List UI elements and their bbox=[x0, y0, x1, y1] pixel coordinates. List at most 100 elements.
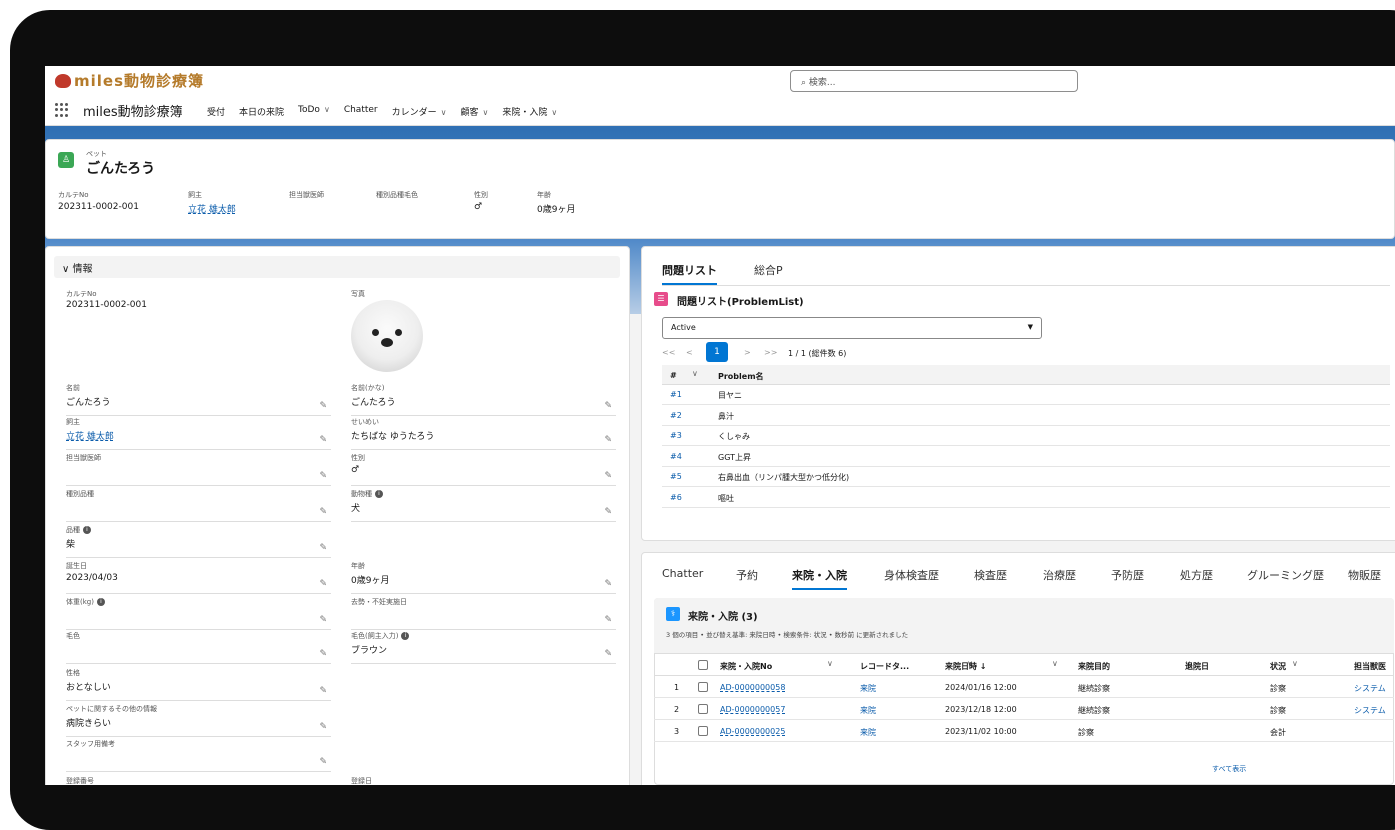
col-visit-3[interactable]: 来院目的 bbox=[1078, 661, 1110, 672]
problem-row[interactable]: #4 GGT上昇 bbox=[662, 447, 1390, 467]
visit-row[interactable]: 3 AD-0000000025 来院 2023/11/02 10:00 診察 会計 bbox=[654, 720, 1394, 742]
page-first-button[interactable]: << bbox=[662, 348, 675, 357]
tab-visit-7[interactable]: 処方歴 bbox=[1180, 567, 1213, 583]
problem-row[interactable]: #6 嘔吐 bbox=[662, 488, 1390, 508]
col-visit-0[interactable]: 来院・入院No bbox=[720, 661, 772, 672]
tab-visit-1[interactable]: 予約 bbox=[736, 567, 758, 583]
col-visit-5[interactable]: 状況 bbox=[1270, 661, 1286, 672]
tab-visit-4[interactable]: 検査歴 bbox=[974, 567, 1007, 583]
visit-cell-date: 2023/11/02 10:00 bbox=[945, 727, 1017, 736]
row-checkbox[interactable] bbox=[698, 704, 708, 714]
chevron-down-icon[interactable]: ∨ bbox=[692, 369, 698, 378]
chevron-down-icon[interactable]: ∨ bbox=[324, 105, 330, 114]
chevron-down-icon[interactable]: ∨ bbox=[827, 659, 833, 668]
visit-cell-type[interactable]: 来院 bbox=[860, 727, 876, 738]
row-checkbox[interactable] bbox=[698, 682, 708, 692]
tab-visit-9[interactable]: 物販歴 bbox=[1348, 567, 1381, 583]
chevron-down-icon[interactable]: ∨ bbox=[551, 108, 557, 117]
pencil-icon[interactable]: ✎ bbox=[319, 757, 327, 767]
pencil-icon[interactable]: ✎ bbox=[604, 649, 612, 659]
problem-row[interactable]: #5 右鼻出血（リンパ腫大型かつ低分化) bbox=[662, 467, 1390, 487]
chevron-down-icon[interactable]: ∨ bbox=[1052, 659, 1058, 668]
nav-item-5[interactable]: 顧客 ∨ bbox=[461, 105, 489, 118]
tab-problem-list[interactable]: 問題リスト bbox=[662, 262, 717, 285]
info-icon[interactable]: i bbox=[375, 490, 383, 498]
visit-cell-type[interactable]: 来院 bbox=[860, 705, 876, 716]
field-label: 登録日 bbox=[351, 777, 372, 785]
chevron-down-icon[interactable]: ∨ bbox=[1292, 659, 1298, 668]
visit-cell-no[interactable]: AD-0000000025 bbox=[720, 727, 785, 736]
pencil-icon[interactable]: ✎ bbox=[319, 615, 327, 625]
info-icon[interactable]: i bbox=[96, 598, 105, 606]
pencil-icon[interactable]: ✎ bbox=[319, 401, 327, 411]
tab-summary-p[interactable]: 総合P bbox=[754, 262, 783, 278]
global-search-input[interactable]: ⌕ 検索... bbox=[790, 70, 1078, 92]
nav-item-0[interactable]: 受付 bbox=[207, 105, 225, 118]
app-launcher-icon[interactable] bbox=[55, 103, 69, 117]
pencil-icon[interactable]: ✎ bbox=[319, 435, 327, 445]
problem-row[interactable]: #3 くしゃみ bbox=[662, 426, 1390, 446]
problem-number[interactable]: #5 bbox=[670, 472, 682, 481]
visit-cell-vet[interactable]: システム bbox=[1354, 705, 1386, 716]
chevron-down-icon[interactable]: ∨ bbox=[441, 108, 447, 117]
problem-number[interactable]: #1 bbox=[670, 390, 682, 399]
page-next-button[interactable]: > bbox=[744, 348, 751, 357]
pencil-icon[interactable]: ✎ bbox=[319, 649, 327, 659]
select-all-checkbox[interactable] bbox=[698, 660, 708, 670]
view-all-link[interactable]: すべて表示 bbox=[1212, 764, 1246, 774]
pencil-icon[interactable]: ✎ bbox=[604, 401, 612, 411]
field-value[interactable]: 立花 雄太郎 bbox=[66, 429, 114, 442]
nav-item-4[interactable]: カレンダー ∨ bbox=[392, 105, 447, 118]
visit-cell-vet[interactable]: システム bbox=[1354, 683, 1386, 694]
visits-subtitle: 3 個の項目 • 並び替え基準: 来院日時 • 検索条件: 状況 • 数秒前 に… bbox=[666, 631, 909, 639]
visit-cell-no[interactable]: AD-0000000057 bbox=[720, 705, 785, 714]
pencil-icon[interactable]: ✎ bbox=[319, 471, 327, 481]
pencil-icon[interactable]: ✎ bbox=[604, 507, 612, 517]
nav-item-2[interactable]: ToDo ∨ bbox=[298, 105, 330, 118]
tab-visit-0[interactable]: Chatter bbox=[662, 567, 703, 580]
tab-visit-2[interactable]: 来院・入院 bbox=[792, 567, 847, 590]
status-filter-select[interactable]: Active ▼ bbox=[662, 317, 1042, 339]
page-number-button[interactable]: 1 bbox=[706, 342, 728, 362]
pencil-icon[interactable]: ✎ bbox=[604, 579, 612, 589]
chevron-down-icon[interactable]: ∨ bbox=[483, 108, 489, 117]
info-section-header[interactable]: ∨ 情報 bbox=[54, 256, 620, 278]
pencil-icon[interactable]: ✎ bbox=[319, 579, 327, 589]
visit-cell-no[interactable]: AD-0000000058 bbox=[720, 683, 785, 692]
nav-item-1[interactable]: 本日の来院 bbox=[239, 105, 284, 118]
pencil-icon[interactable]: ✎ bbox=[319, 686, 327, 696]
tab-visit-6[interactable]: 予防歴 bbox=[1111, 567, 1144, 583]
info-icon[interactable]: i bbox=[401, 632, 410, 640]
page-last-button[interactable]: >> bbox=[764, 348, 777, 357]
visit-row[interactable]: 2 AD-0000000057 来院 2023/12/18 12:00 継続診察 診察 シス… bbox=[654, 698, 1394, 720]
page-prev-button[interactable]: < bbox=[686, 348, 693, 357]
pencil-icon[interactable]: ✎ bbox=[604, 615, 612, 625]
tab-visit-8[interactable]: グルーミング歴 bbox=[1247, 567, 1324, 583]
pencil-icon[interactable]: ✎ bbox=[604, 435, 612, 445]
highlight-value: 0歳9ヶ月 bbox=[537, 205, 576, 215]
col-visit-1[interactable]: レコードタ... bbox=[860, 661, 909, 672]
pencil-icon[interactable]: ✎ bbox=[319, 722, 327, 732]
visit-cell-type[interactable]: 来院 bbox=[860, 683, 876, 694]
col-visit-6[interactable]: 担当獣医 bbox=[1354, 661, 1386, 672]
problem-row[interactable]: #1 目ヤニ bbox=[662, 385, 1390, 405]
col-visit-4[interactable]: 退院日 bbox=[1185, 661, 1209, 672]
info-icon[interactable]: i bbox=[83, 526, 91, 534]
app-logo[interactable]: miles動物診療簿 bbox=[55, 70, 204, 91]
problem-number[interactable]: #4 bbox=[670, 452, 682, 461]
pencil-icon[interactable]: ✎ bbox=[319, 507, 327, 517]
pencil-icon[interactable]: ✎ bbox=[319, 543, 327, 553]
problem-row[interactable]: #2 鼻汁 bbox=[662, 406, 1390, 426]
problem-number[interactable]: #6 bbox=[670, 493, 682, 502]
tab-visit-3[interactable]: 身体検査歴 bbox=[884, 567, 939, 583]
row-checkbox[interactable] bbox=[698, 726, 708, 736]
nav-item-3[interactable]: Chatter bbox=[344, 105, 378, 118]
highlight-value[interactable]: 立花 雄太郎 bbox=[188, 202, 236, 215]
problem-number[interactable]: #2 bbox=[670, 411, 682, 420]
pencil-icon[interactable]: ✎ bbox=[604, 471, 612, 481]
tab-visit-5[interactable]: 治療歴 bbox=[1043, 567, 1076, 583]
problem-number[interactable]: #3 bbox=[670, 431, 682, 440]
visit-row[interactable]: 1 AD-0000000058 来院 2024/01/16 12:00 継続診察 診察 シス… bbox=[654, 676, 1394, 698]
nav-item-6[interactable]: 来院・入院 ∨ bbox=[502, 105, 557, 118]
col-visit-2[interactable]: 来院日時 ↓ bbox=[945, 661, 987, 672]
